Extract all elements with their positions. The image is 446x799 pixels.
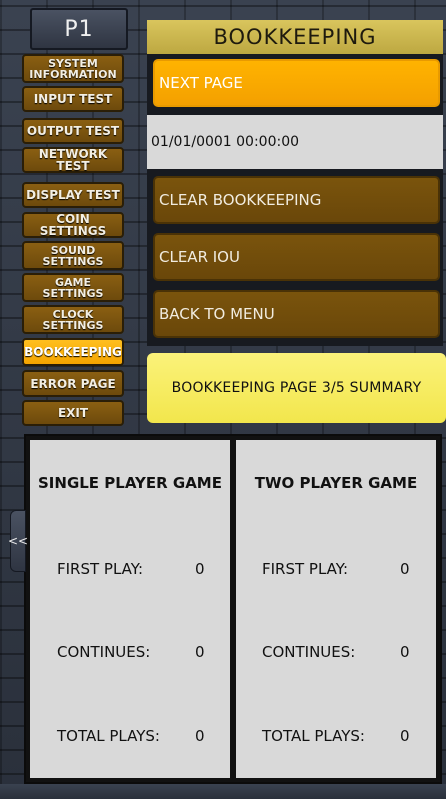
two-player-title: TWO PLAYER GAME <box>254 474 418 492</box>
sidebar-item-input-test[interactable]: INPUT TEST <box>22 86 124 112</box>
single-continues-value: 0 <box>195 643 205 661</box>
sidebar-item-bookkeeping[interactable]: BOOKKEEPING <box>22 338 124 366</box>
single-player-title: SINGLE PLAYER GAME <box>38 474 222 492</box>
single-total-plays-label: TOTAL PLAYS: <box>57 727 160 745</box>
two-first-play-label: FIRST PLAY: <box>262 560 348 578</box>
clear-iou-button[interactable]: CLEAR IOU <box>153 233 440 281</box>
sidebar-item-exit[interactable]: EXIT <box>22 400 124 426</box>
sidebar-item-coin-settings[interactable]: COIN SETTINGS <box>22 212 124 238</box>
two-continues-label: CONTINUES: <box>262 643 356 661</box>
next-page-button[interactable]: NEXT PAGE <box>153 59 440 107</box>
two-continues-value: 0 <box>400 643 410 661</box>
single-total-plays-value: 0 <box>195 727 205 745</box>
two-first-play-value: 0 <box>400 560 410 578</box>
page-title: BOOKKEEPING <box>147 20 443 54</box>
back-to-menu-button[interactable]: BACK TO MENU <box>153 290 440 338</box>
sidebar-item-display-test[interactable]: DISPLAY TEST <box>22 182 124 208</box>
two-total-plays-value: 0 <box>400 727 410 745</box>
single-continues-label: CONTINUES: <box>57 643 151 661</box>
sidebar-item-error-page[interactable]: ERROR PAGE <box>22 370 124 397</box>
collapse-tab-icon[interactable]: << <box>8 510 28 572</box>
single-first-play-label: FIRST PLAY: <box>57 560 143 578</box>
sidebar-item-system-information[interactable]: SYSTEM INFORMATION <box>22 54 124 83</box>
player-indicator: P1 <box>30 8 128 50</box>
sidebar-item-game-settings[interactable]: GAME SETTINGS <box>22 273 124 302</box>
page-indicator: BOOKKEEPING PAGE 3/5 SUMMARY <box>147 353 446 423</box>
sidebar-item-network-test[interactable]: NETWORK TEST <box>22 147 124 173</box>
sidebar-item-sound-settings[interactable]: SOUND SETTINGS <box>22 241 124 270</box>
clear-bookkeeping-button[interactable]: CLEAR BOOKKEEPING <box>153 176 440 224</box>
sidebar-item-clock-settings[interactable]: CLOCK SETTINGS <box>22 305 124 334</box>
single-first-play-value: 0 <box>195 560 205 578</box>
datetime-display: 01/01/0001 00:00:00 <box>147 115 443 169</box>
sidebar-item-output-test[interactable]: OUTPUT TEST <box>22 118 124 144</box>
two-total-plays-label: TOTAL PLAYS: <box>262 727 365 745</box>
bottom-strip <box>0 784 446 799</box>
